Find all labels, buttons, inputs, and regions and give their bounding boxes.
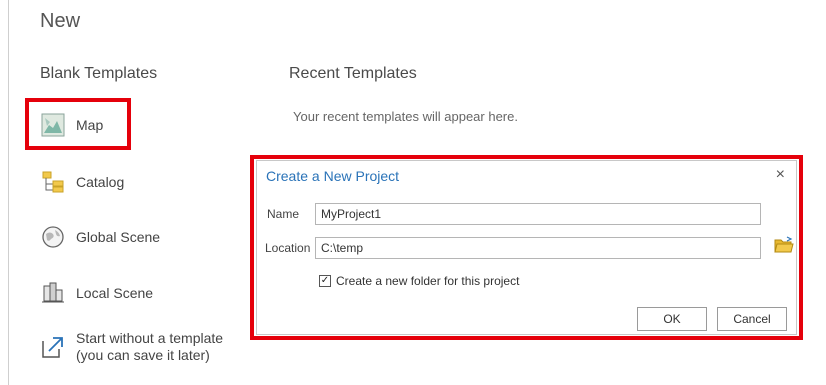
template-global-scene[interactable]: Global Scene — [40, 224, 160, 250]
blank-templates-heading: Blank Templates — [40, 65, 158, 82]
start-without-line2: (you can save it later) — [76, 347, 210, 363]
template-local-scene-label: Local Scene — [76, 284, 154, 301]
recent-templates-empty-message: Your recent templates will appear here. — [293, 109, 518, 124]
template-start-without-label: Start without a template (you can save i… — [76, 330, 223, 364]
template-local-scene[interactable]: Local Scene — [40, 280, 153, 306]
start-without-line1: Start without a template — [76, 330, 224, 346]
recent-templates-heading: Recent Templates — [289, 65, 417, 82]
globe-icon — [40, 224, 66, 250]
dialog-highlight-box — [250, 155, 803, 340]
template-global-scene-label: Global Scene — [76, 228, 161, 245]
catalog-icon — [40, 169, 66, 195]
template-catalog-label: Catalog — [76, 173, 125, 190]
start-arrow-icon — [40, 334, 66, 360]
page-title: New — [40, 10, 81, 32]
map-highlight-box — [25, 98, 131, 150]
template-catalog[interactable]: Catalog — [40, 169, 124, 195]
template-start-without[interactable]: Start without a template (you can save i… — [40, 330, 223, 364]
local-scene-icon — [40, 280, 66, 306]
